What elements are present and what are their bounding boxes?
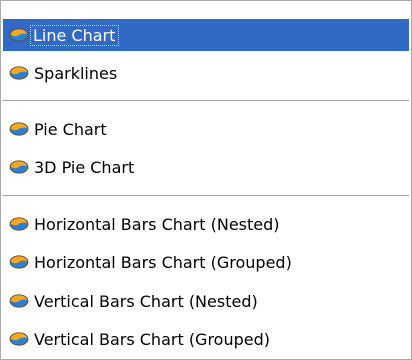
- menu-item-label: Vertical Bars Chart (Nested): [34, 291, 258, 311]
- chart-icon: [3, 151, 31, 183]
- chart-icon: [3, 246, 31, 278]
- menu-item-label: Vertical Bars Chart (Grouped): [34, 329, 271, 349]
- chart-icon: [3, 208, 31, 240]
- chart-icon: [3, 323, 31, 355]
- chart-type-menu: Line Chart Sparklines Pie Chart 3D Pie C…: [0, 0, 412, 360]
- menu-item-3d-pie-chart[interactable]: 3D Pie Chart: [3, 151, 409, 183]
- menu-item-label: Horizontal Bars Chart (Nested): [34, 214, 280, 234]
- chart-icon: [3, 57, 31, 89]
- menu-separator: [3, 195, 409, 197]
- menu-item-vertical-bars-grouped[interactable]: Vertical Bars Chart (Grouped): [3, 323, 409, 355]
- menu-item-horizontal-bars-nested[interactable]: Horizontal Bars Chart (Nested): [3, 208, 409, 240]
- menu-item-label: Line Chart: [29, 24, 120, 46]
- menu-item-label: Sparklines: [34, 63, 118, 83]
- menu-item-vertical-bars-nested[interactable]: Vertical Bars Chart (Nested): [3, 285, 409, 317]
- chart-icon: [3, 19, 31, 51]
- menu-item-label: 3D Pie Chart: [34, 157, 135, 177]
- menu-separator: [3, 100, 409, 102]
- menu-item-horizontal-bars-grouped[interactable]: Horizontal Bars Chart (Grouped): [3, 246, 409, 278]
- menu-item-pie-chart[interactable]: Pie Chart: [3, 113, 409, 145]
- menu-item-line-chart[interactable]: Line Chart: [3, 19, 409, 51]
- menu-item-label: Pie Chart: [34, 119, 107, 139]
- menu-item-sparklines[interactable]: Sparklines: [3, 57, 409, 89]
- chart-icon: [3, 285, 31, 317]
- chart-icon: [3, 113, 31, 145]
- menu-item-label: Horizontal Bars Chart (Grouped): [34, 252, 292, 272]
